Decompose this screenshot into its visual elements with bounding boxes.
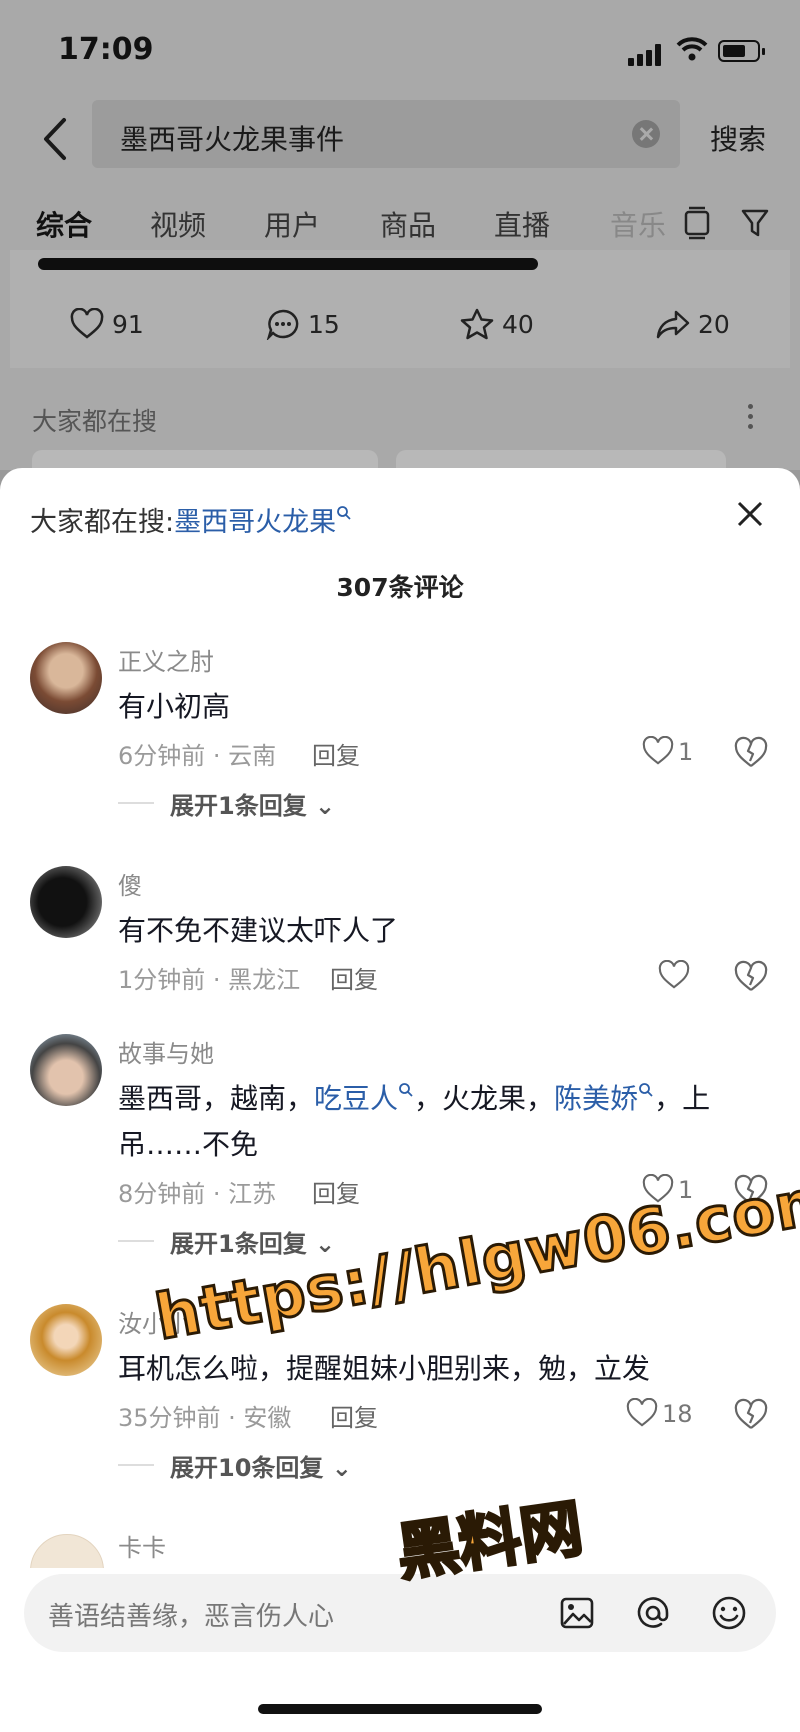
heart-icon [626, 1398, 658, 1427]
comment-username[interactable]: 卡卡 [118, 1528, 166, 1563]
tab-comprehensive[interactable]: 综合 [36, 204, 92, 244]
result-tabs: 综合 视频 用户 商品 直播 音乐 [0, 200, 800, 250]
like-button[interactable]: 1 [642, 736, 712, 770]
broken-heart-icon[interactable] [734, 1398, 768, 1432]
reply-button[interactable]: 回复 [330, 960, 378, 995]
avatar[interactable] [30, 866, 102, 938]
hot-search-link[interactable]: 墨西哥火龙果 [174, 506, 352, 538]
comment-icon [266, 309, 299, 340]
comment-text: 耳机怎么啦，提醒姐妹小胆别来，勉，立发 [118, 1352, 651, 1385]
comment-text: 有小初高 [118, 690, 231, 723]
comment-time: 1分钟前 · 黑龙江 [118, 966, 301, 994]
avatar[interactable] [30, 1034, 102, 1106]
reply-button[interactable]: 回复 [330, 1398, 378, 1433]
expand-replies-button[interactable]: 展开1条回复 ⌄ [118, 1224, 335, 1259]
avatar[interactable] [30, 1534, 104, 1568]
favorite-count: 40 [502, 310, 534, 339]
hot-search-prefix: 大家都在搜: [30, 507, 175, 538]
status-time: 17:09 [58, 32, 154, 67]
at-mention-icon[interactable] [634, 1594, 672, 1632]
cellular-signal-icon [628, 44, 664, 66]
status-bar: 17:09 [0, 30, 800, 70]
back-arrow-icon[interactable] [36, 114, 76, 164]
battery-icon [718, 40, 765, 62]
comment-count-title: 307条评论 [336, 573, 464, 602]
search-results-background: 17:09 墨西哥火龙果事件 搜索 综合 视频 用户 商品 直播 音乐 91 1… [0, 0, 800, 480]
expand-replies-button[interactable]: 展开10条回复 ⌄ [118, 1448, 352, 1483]
heart-icon [70, 308, 104, 339]
avatar[interactable] [30, 642, 102, 714]
tabs-overview-icon[interactable] [682, 206, 712, 240]
tab-music[interactable]: 音乐 [610, 204, 666, 244]
heart-icon [658, 960, 690, 989]
comment-username[interactable]: 正义之肘 [118, 642, 214, 677]
like-button[interactable]: 18 [626, 1398, 696, 1432]
clear-search-icon[interactable] [632, 120, 660, 148]
comment-count: 15 [308, 310, 340, 339]
like-count: 18 [662, 1400, 693, 1428]
share-icon [656, 310, 690, 339]
hot-search-bar: 大家都在搜:墨西哥火龙果 [30, 500, 352, 539]
comment-time: 8分钟前 · 江苏 [118, 1180, 277, 1208]
comment-text: 有不免不建议太吓人了 [118, 914, 399, 947]
like-count: 91 [112, 310, 144, 339]
chevron-down-icon: ⌄ [306, 792, 336, 820]
comment-input-placeholder: 善语结善缘，恶言伤人心 [48, 1602, 335, 1632]
like-count: 1 [678, 738, 694, 766]
search-query: 墨西哥火龙果事件 [120, 123, 345, 156]
comment-time: 35分钟前 · 安徽 [118, 1404, 292, 1432]
comment-username[interactable]: 傻 [118, 866, 142, 901]
heart-icon [642, 736, 674, 765]
search-icon [399, 1082, 413, 1097]
share-count: 20 [698, 310, 730, 339]
search-icon [639, 1082, 653, 1097]
home-indicator [258, 1704, 542, 1714]
section-title: 大家都在搜 [32, 407, 158, 436]
filter-icon[interactable] [740, 206, 770, 240]
reply-button[interactable]: 回复 [312, 736, 360, 771]
tab-products[interactable]: 商品 [380, 204, 436, 244]
tab-video[interactable]: 视频 [150, 204, 206, 244]
broken-heart-icon[interactable] [734, 736, 768, 770]
progress-bar [38, 258, 538, 270]
emoji-icon[interactable] [710, 1594, 748, 1632]
wifi-icon [676, 37, 708, 61]
image-icon[interactable] [558, 1594, 596, 1632]
chevron-down-icon: ⌄ [323, 1454, 352, 1482]
more-icon[interactable] [748, 404, 753, 434]
search-keyword-link[interactable]: 吃豆人 [314, 1082, 414, 1115]
search-keyword-link[interactable]: 陈美娇 [554, 1082, 654, 1115]
search-icon [337, 506, 351, 520]
like-button[interactable] [658, 960, 728, 994]
expand-replies-button[interactable]: 展开1条回复 ⌄ [118, 786, 335, 821]
comment-time: 6分钟前 · 云南 [118, 742, 277, 770]
tab-users[interactable]: 用户 [264, 204, 320, 244]
search-input[interactable]: 墨西哥火龙果事件 [92, 100, 680, 168]
comment-username[interactable]: 故事与她 [118, 1034, 214, 1069]
reply-button[interactable]: 回复 [312, 1174, 360, 1209]
comment-input[interactable]: 善语结善缘，恶言伤人心 [24, 1574, 776, 1652]
search-button[interactable]: 搜索 [710, 118, 766, 158]
tab-live[interactable]: 直播 [494, 204, 550, 244]
comment-text: 墨西哥，越南，吃豆人 ，火龙果，陈美娇 ，上吊……不免 [118, 1082, 711, 1161]
broken-heart-icon[interactable] [734, 960, 768, 994]
star-icon [460, 308, 494, 340]
avatar[interactable] [30, 1304, 102, 1376]
close-icon[interactable] [730, 494, 770, 534]
